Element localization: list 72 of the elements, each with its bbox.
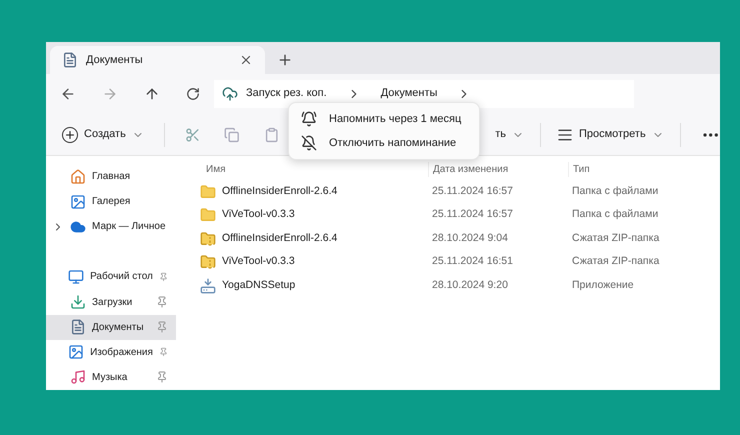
back-icon[interactable] [60, 86, 76, 102]
breadcrumb[interactable]: Запуск рез. коп. [246, 84, 327, 102]
pin-icon [158, 346, 168, 358]
sidebar-label: Рабочий стол [90, 270, 153, 284]
bell-off-icon [301, 135, 317, 151]
file-name[interactable]: OfflineInsiderEnroll-2.6.4 [222, 230, 338, 247]
bell-icon [301, 111, 317, 127]
type-cell-text: Сжатая ZIP-папка [571, 254, 660, 270]
address-field[interactable]: Запуск рез. коп. Документы [214, 80, 634, 108]
installer-icon [200, 278, 216, 294]
sidebar-label: Марк — Личное [92, 220, 167, 234]
folder-icon [200, 207, 216, 224]
zip-folder-icon [200, 254, 216, 270]
sidebar-item[interactable]: Марк — Личное [46, 214, 176, 240]
column-header[interactable]: Имя [180, 162, 428, 176]
pin-icon [156, 371, 168, 384]
new-tab-icon[interactable] [277, 52, 293, 68]
sidebar-label: Документы [92, 320, 145, 335]
folder-icon [200, 184, 216, 200]
menu-item[interactable]: Напомнить через 1 месяц [289, 107, 479, 131]
up-icon[interactable] [144, 86, 160, 102]
date-cell-text: 28.10.2024 9:20 [431, 278, 509, 293]
pin-icon [158, 270, 168, 283]
zip-folder-icon [200, 230, 216, 247]
file-name[interactable]: OfflineInsiderEnroll-2.6.4 [222, 184, 338, 200]
close-icon[interactable] [239, 53, 253, 67]
type-cell-text: Папка с файлами [571, 184, 660, 199]
column-header[interactable]: Тип [568, 162, 720, 176]
sidebar-item[interactable]: Загрузки [46, 290, 176, 315]
window-tab[interactable]: Документы [50, 46, 265, 74]
date-cell-text: 25.11.2024 16:57 [431, 184, 514, 199]
pin-icon [156, 296, 168, 308]
list-icon [556, 126, 573, 142]
document-icon [62, 52, 78, 68]
picture-icon [70, 194, 86, 210]
sidebar-item[interactable]: Рабочий стол [46, 264, 176, 290]
download-icon [70, 294, 86, 310]
view-button[interactable]: Просмотреть [556, 126, 664, 143]
sidebar-item[interactable]: Главная [46, 164, 176, 190]
sidebar-label: Галерея [92, 195, 132, 210]
type-cell-text: Приложение [571, 278, 635, 293]
sidebar-label: Изображения [90, 346, 153, 360]
column-header[interactable]: Дата изменения [428, 162, 568, 176]
sidebar-label: Музыка [92, 370, 128, 385]
date-cell-text: 25.11.2024 16:51 [431, 254, 514, 270]
document-icon [70, 319, 86, 336]
date-cell-text: 28.10.2024 9:04 [431, 230, 509, 246]
home-icon [70, 168, 86, 185]
type-cell-text: Папка с файлами [571, 207, 660, 222]
sidebar-label: Главная [92, 170, 132, 184]
music-icon [70, 369, 86, 386]
menu-item[interactable]: Отключить напоминание [289, 131, 479, 155]
monitor-icon [68, 268, 84, 285]
sidebar-item[interactable]: Галерея [46, 189, 176, 214]
cloud-backup-icon [222, 86, 238, 102]
pin-icon [156, 321, 168, 334]
type-cell-text: Сжатая ZIP-папка [571, 230, 660, 246]
file-name[interactable]: YogaDNSSetup [222, 278, 296, 294]
sidebar-item[interactable]: Документы [46, 314, 176, 340]
cloud-icon [70, 218, 86, 235]
tab-title: Документы [86, 52, 144, 68]
sidebar-item[interactable]: Изображения [46, 340, 176, 365]
file-name[interactable]: ViVeTool-v0.3.3 [222, 207, 295, 224]
sidebar-item[interactable]: Музыка [46, 364, 176, 390]
sidebar-label: Загрузки [92, 296, 134, 310]
picture-icon [68, 344, 84, 360]
file-name[interactable]: ViVeTool-v0.3.3 [222, 254, 295, 270]
date-cell-text: 25.11.2024 16:57 [431, 207, 514, 222]
refresh-icon[interactable] [186, 87, 200, 101]
breadcrumb[interactable]: Документы [380, 84, 438, 102]
sort-button[interactable]: ть [495, 126, 524, 143]
create-button[interactable]: Создать [58, 126, 148, 143]
